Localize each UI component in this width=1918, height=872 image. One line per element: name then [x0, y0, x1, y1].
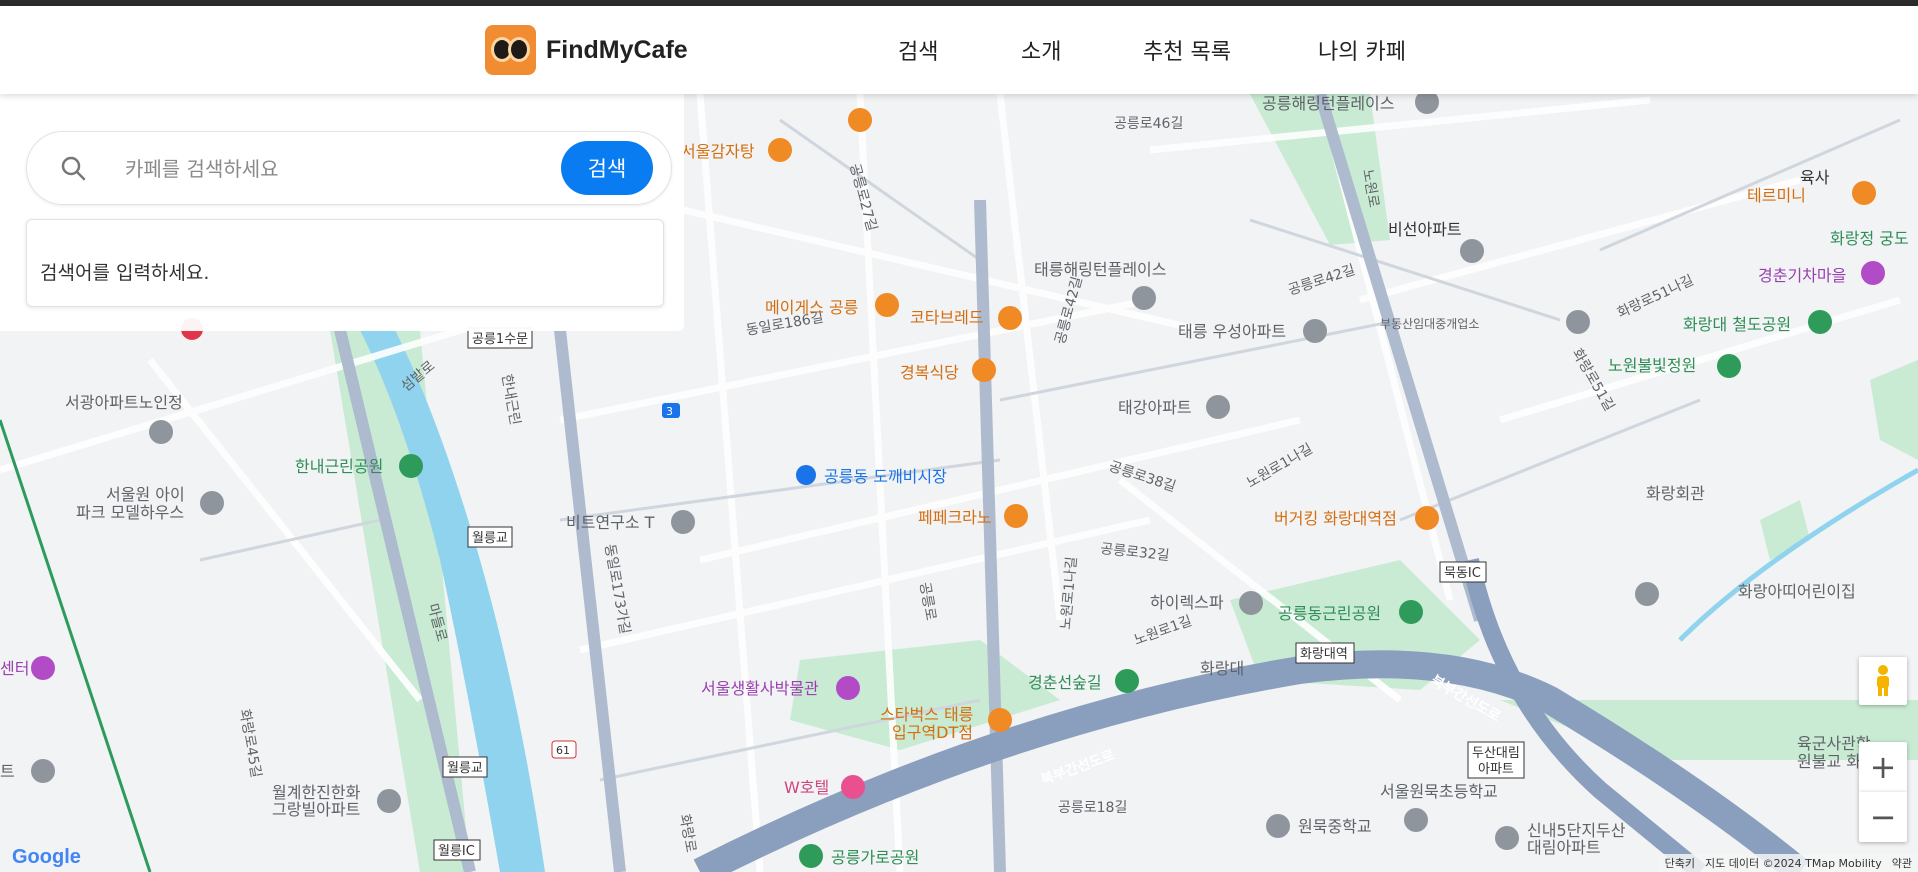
- nav-recommendations[interactable]: 추천 목록: [1143, 34, 1231, 66]
- app-header: FindMyCafe 검색 소개 추천 목록 나의 카페: [0, 6, 1918, 94]
- svg-text:태릉 우성아파트: 태릉 우성아파트: [1178, 322, 1286, 341]
- svg-text:원묵중학교: 원묵중학교: [1298, 817, 1372, 836]
- keyboard-shortcuts-link[interactable]: 단축키: [1665, 855, 1695, 871]
- svg-text:한내근린공원: 한내근린공원: [295, 457, 383, 476]
- svg-text:아파트: 아파트: [1478, 762, 1514, 777]
- google-logo[interactable]: Google: [12, 846, 81, 869]
- svg-text:경춘기차마을: 경춘기차마을: [1758, 266, 1846, 285]
- svg-text:서울생활사박물관: 서울생활사박물관: [701, 679, 819, 698]
- svg-text:공릉동 도깨비시장: 공릉동 도깨비시장: [824, 467, 947, 486]
- terms-link[interactable]: 약관: [1892, 855, 1912, 871]
- svg-text:두산대림: 두산대림: [1472, 746, 1520, 761]
- search-button[interactable]: 검색: [561, 141, 653, 195]
- svg-text:공릉동근린공원: 공릉동근린공원: [1278, 604, 1381, 623]
- svg-text:메이게스 공릉: 메이게스 공릉: [765, 298, 858, 317]
- svg-text:화랑대역: 화랑대역: [1300, 647, 1348, 662]
- svg-text:태강아파트: 태강아파트: [1118, 398, 1192, 417]
- svg-text:경춘선숲길: 경춘선숲길: [1028, 673, 1102, 692]
- svg-text:공릉가로공원: 공릉가로공원: [831, 848, 919, 867]
- svg-text:부동산임대중개업소: 부동산임대중개업소: [1380, 317, 1479, 331]
- svg-text:스타벅스 태릉: 스타벅스 태릉: [880, 705, 973, 724]
- nav-about[interactable]: 소개: [1021, 34, 1061, 66]
- google-logo-text: Google: [12, 846, 81, 868]
- svg-text:육사: 육사: [1800, 168, 1830, 187]
- nav-my-cafe[interactable]: 나의 카페: [1318, 34, 1406, 66]
- svg-text:공릉1수문: 공릉1수문: [472, 332, 528, 347]
- svg-text:태릉해링턴플레이스: 태릉해링턴플레이스: [1034, 260, 1166, 279]
- svg-text:공릉로46길: 공릉로46길: [1114, 116, 1183, 132]
- svg-text:서울원 아이: 서울원 아이: [106, 485, 185, 504]
- brand-logo-icon: [485, 25, 536, 75]
- svg-text:월릉교: 월릉교: [472, 531, 508, 546]
- svg-text:공릉로18길: 공릉로18길: [1058, 800, 1127, 816]
- svg-text:월릉IC: 월릉IC: [438, 844, 475, 859]
- street-view-pegman-icon[interactable]: [1859, 657, 1907, 705]
- svg-text:테르미니: 테르미니: [1747, 186, 1806, 205]
- svg-text:버거킹 화랑대역점: 버거킹 화랑대역점: [1274, 509, 1397, 528]
- brand[interactable]: FindMyCafe: [485, 25, 688, 75]
- search-results: 검색어를 입력하세요.: [26, 219, 664, 307]
- svg-text:W호텔: W호텔: [784, 778, 829, 797]
- svg-text:파크 모델하우스: 파크 모델하우스: [76, 503, 184, 522]
- svg-text:페페크라노: 페페크라노: [918, 508, 992, 527]
- map-attribution: 단축키 지도 데이터 ©2024 TMap Mobility 약관: [1658, 854, 1918, 872]
- svg-text:화랑아띠어린이집: 화랑아띠어린이집: [1738, 582, 1856, 601]
- svg-text:공릉해링턴플레이스: 공릉해링턴플레이스: [1262, 94, 1394, 113]
- svg-text:월릉교: 월릉교: [447, 761, 483, 776]
- zoom-in-button[interactable]: +: [1859, 742, 1907, 792]
- svg-text:센터: 센터: [0, 659, 29, 678]
- svg-text:입구역DT점: 입구역DT점: [892, 723, 973, 742]
- map-data-credit: 지도 데이터 ©2024 TMap Mobility: [1705, 857, 1882, 870]
- svg-text:비선아파트: 비선아파트: [1388, 220, 1462, 239]
- svg-text:묵동IC: 묵동IC: [1444, 566, 1481, 581]
- svg-text:서울감자탕: 서울감자탕: [681, 142, 755, 161]
- search-icon: [61, 156, 86, 181]
- svg-text:비트연구소 T: 비트연구소 T: [566, 513, 655, 532]
- nav-search[interactable]: 검색: [898, 34, 938, 66]
- brand-name: FindMyCafe: [546, 35, 688, 64]
- search-panel: 검색 검색어를 입력하세요.: [0, 94, 684, 331]
- search-input[interactable]: [125, 150, 565, 188]
- svg-text:서광아파트노인정: 서광아파트노인정: [65, 393, 183, 412]
- zoom-out-button[interactable]: −: [1859, 792, 1907, 842]
- svg-text:경복식당: 경복식당: [900, 363, 959, 382]
- svg-text:코타브레드: 코타브레드: [910, 308, 984, 327]
- svg-text:61: 61: [556, 744, 570, 757]
- svg-text:하이렉스파: 하이렉스파: [1150, 593, 1224, 612]
- svg-text:화랑정 궁도: 화랑정 궁도: [1830, 229, 1909, 248]
- svg-text:화랑회관: 화랑회관: [1646, 484, 1705, 503]
- svg-text:노원불빛정원: 노원불빛정원: [1608, 356, 1696, 375]
- empty-results-message: 검색어를 입력하세요.: [40, 262, 210, 284]
- svg-text:화랑대: 화랑대: [1200, 659, 1244, 678]
- svg-text:대림아파트: 대림아파트: [1527, 838, 1601, 857]
- svg-text:서울원묵초등학교: 서울원묵초등학교: [1380, 782, 1498, 801]
- svg-text:3: 3: [666, 405, 673, 418]
- svg-text:트: 트: [0, 762, 15, 781]
- search-bar: 검색: [26, 131, 672, 205]
- svg-text:그랑빌아파트: 그랑빌아파트: [272, 800, 360, 819]
- svg-text:화랑대 철도공원: 화랑대 철도공원: [1683, 315, 1791, 334]
